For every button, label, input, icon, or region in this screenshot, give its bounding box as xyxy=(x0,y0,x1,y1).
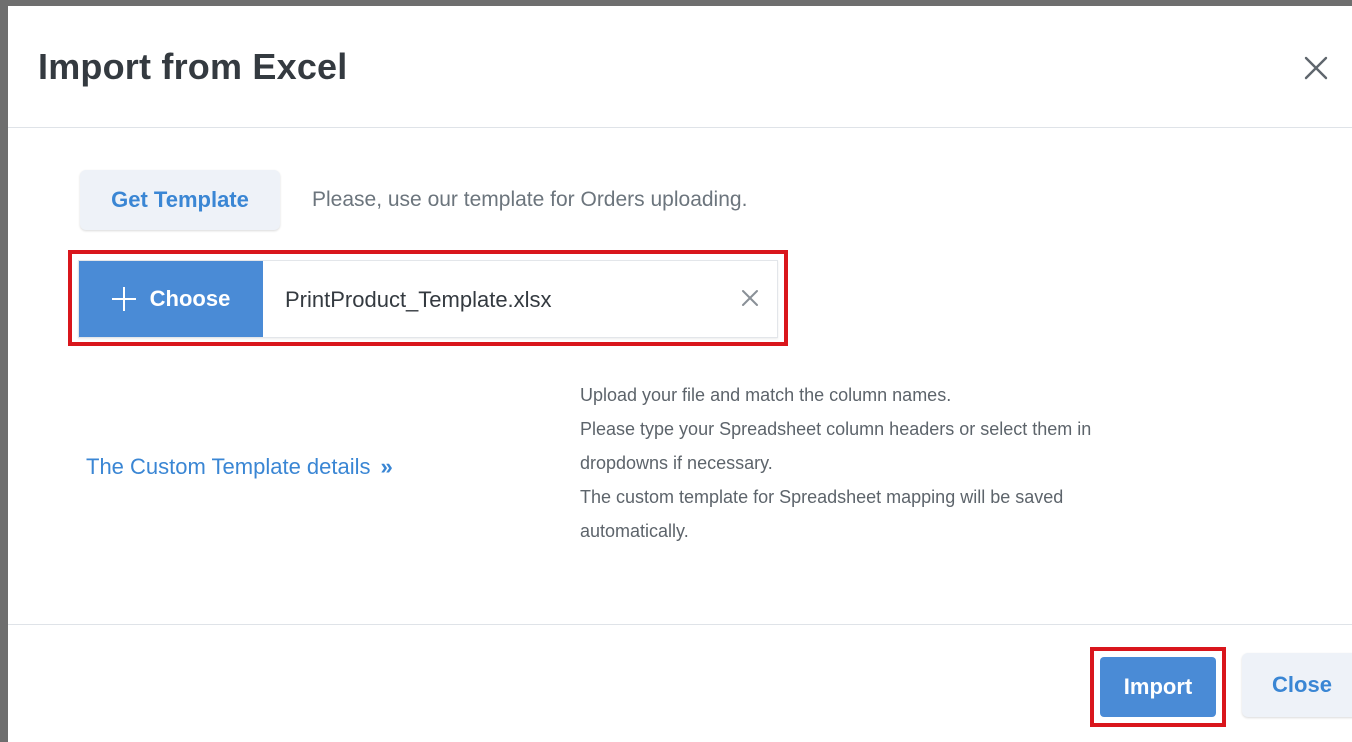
custom-template-info: Upload your file and match the column na… xyxy=(580,378,1240,548)
dialog-body: Get Template Please, use our template fo… xyxy=(8,128,1352,624)
info-line: Upload your file and match the column na… xyxy=(580,385,952,405)
info-line: Please type your Spreadsheet column head… xyxy=(580,419,1092,439)
import-dialog: Import from Excel Get Template Please, u… xyxy=(8,6,1352,742)
template-hint: Please, use our template for Orders uplo… xyxy=(312,188,748,211)
info-line: dropdowns if necessary. xyxy=(580,453,773,473)
plus-icon xyxy=(111,287,136,311)
close-icon[interactable] xyxy=(1302,54,1330,82)
choose-file-button[interactable]: Choose xyxy=(79,261,263,337)
custom-template-details-link[interactable]: The Custom Template details » xyxy=(86,454,393,480)
info-line: automatically. xyxy=(580,521,689,541)
selected-file-name: PrintProduct_Template.xlsx xyxy=(285,287,552,312)
info-line: The custom template for Spreadsheet mapp… xyxy=(580,487,1064,507)
dialog-title: Import from Excel xyxy=(38,46,348,87)
clear-file-icon[interactable] xyxy=(741,289,759,307)
choose-label: Choose xyxy=(149,286,231,311)
file-upload-field: Choose PrintProduct_Template.xlsx xyxy=(78,260,778,338)
import-button[interactable]: Import xyxy=(1100,657,1216,717)
close-button[interactable]: Close xyxy=(1242,653,1352,717)
custom-template-link-label: The Custom Template details xyxy=(86,454,371,479)
double-chevron-right-icon: » xyxy=(380,454,393,479)
get-template-button[interactable]: Get Template xyxy=(80,170,280,230)
dialog-header: Import from Excel xyxy=(8,6,1352,128)
dialog-footer: Import Close xyxy=(8,624,1352,742)
